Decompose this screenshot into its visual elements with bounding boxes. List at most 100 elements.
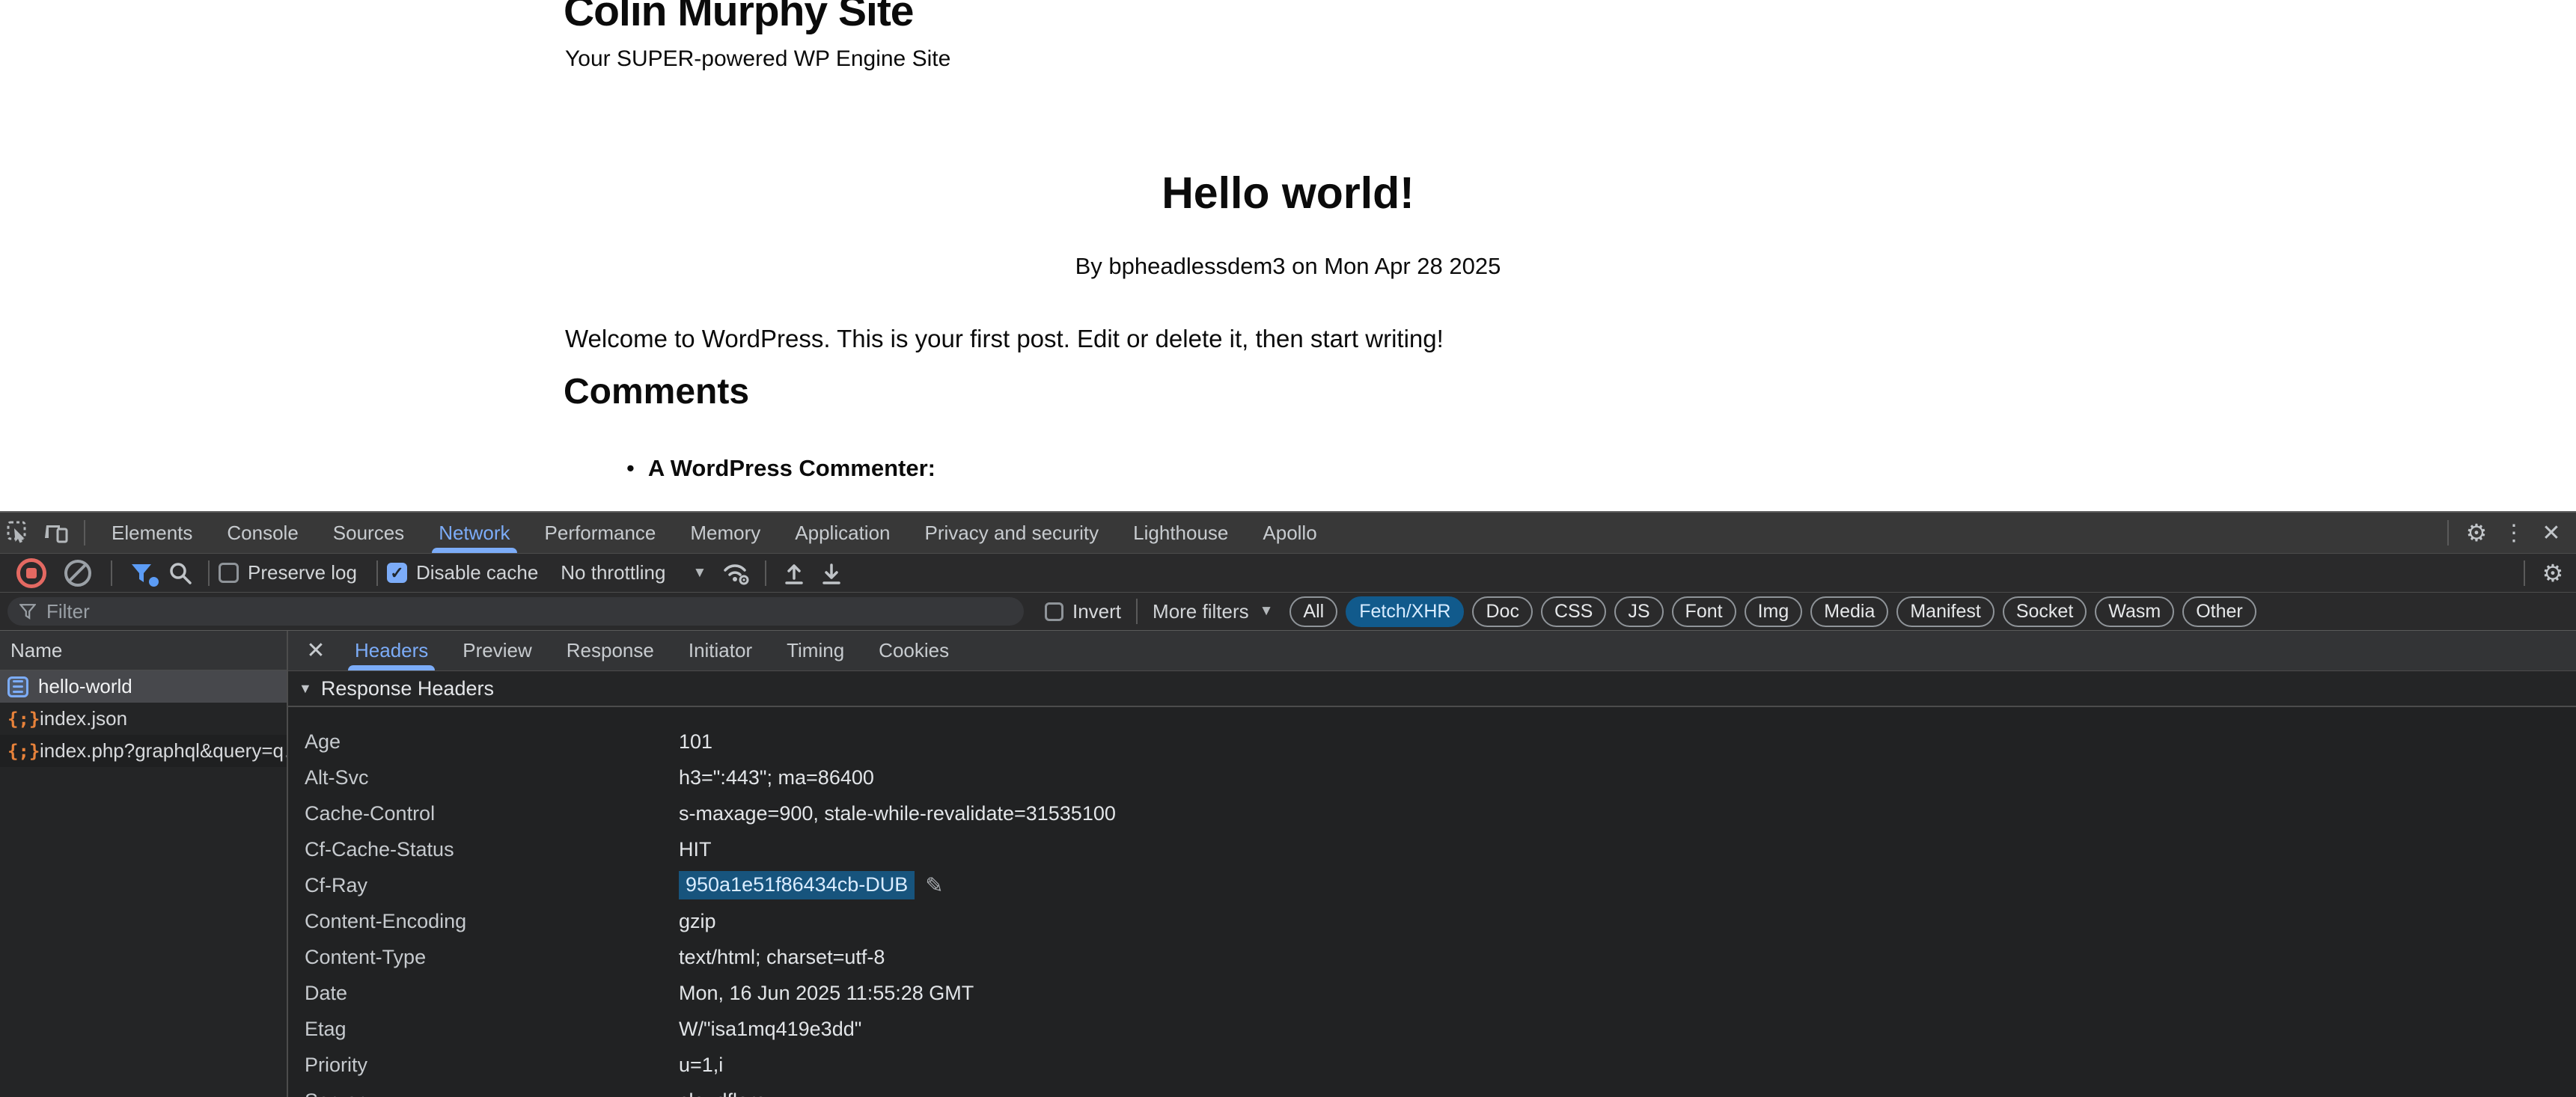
chevron-down-icon: ▼ [692, 565, 706, 581]
header-value: cloudflare [679, 1090, 766, 1097]
browser-viewport: Colin Murphy Site Your SUPER-powered WP … [0, 0, 2576, 511]
devtools-tab-bar-right: ⚙ ⋮ ✕ [2438, 516, 2576, 550]
tab-privacy-and-security[interactable]: Privacy and security [908, 513, 1117, 553]
request-list: hello-world{;}index.json{;}index.php?gra… [0, 670, 287, 767]
response-header-row-content-type: Content-Typetext/html; charset=utf-8 [288, 939, 2576, 975]
detail-tab-strip: ✕ HeadersPreviewResponseInitiatorTimingC… [288, 631, 2576, 671]
chip-css[interactable]: CSS [1541, 596, 1606, 627]
section-title: Response Headers [321, 677, 494, 700]
detail-tab-cookies[interactable]: Cookies [861, 631, 966, 670]
response-header-row-date: DateMon, 16 Jun 2025 11:55:28 GMT [288, 975, 2576, 1011]
wordpress-page: Colin Murphy Site Your SUPER-powered WP … [564, 0, 2012, 511]
settings-gear-icon[interactable]: ⚙ [2458, 516, 2495, 550]
header-value: s-maxage=900, stale-while-revalidate=315… [679, 802, 1116, 825]
response-headers-table: Age101Alt-Svch3=":443"; ma=86400Cache-Co… [288, 707, 2576, 1097]
chip-doc[interactable]: Doc [1472, 596, 1532, 627]
response-header-row-server: Servercloudflare [288, 1083, 2576, 1097]
header-name: Alt-Svc [305, 766, 679, 789]
request-row-index-php-graphql-query-q[interactable]: {;}index.php?graphql&query=q… [0, 735, 287, 767]
chip-socket[interactable]: Socket [2003, 596, 2087, 627]
funnel-icon [19, 603, 36, 620]
request-row-hello-world[interactable]: hello-world [0, 670, 287, 703]
throttling-value: No throttling [561, 561, 665, 584]
request-type-chips: All Fetch/XHR Doc CSS JS Font ImgMedia Manifest… [1289, 596, 2256, 627]
document-icon [7, 676, 28, 697]
chip-all[interactable]: All [1289, 596, 1337, 627]
tab-console[interactable]: Console [210, 513, 315, 553]
disable-cache-checkbox[interactable]: ✓ [387, 563, 407, 583]
comments-heading: Comments [564, 371, 749, 412]
response-header-row-cf-cache-status: Cf-Cache-StatusHIT [288, 831, 2576, 867]
tab-application[interactable]: Application [778, 513, 907, 553]
header-value: text/html; charset=utf-8 [679, 946, 885, 969]
detail-tab-response[interactable]: Response [549, 631, 671, 670]
divider [84, 520, 85, 546]
chip-other[interactable]: Other [2182, 596, 2256, 627]
chip-js[interactable]: JS [1614, 596, 1663, 627]
tab-elements[interactable]: Elements [94, 513, 210, 553]
chip-font[interactable]: Font [1672, 596, 1736, 627]
network-settings-gear-icon[interactable]: ⚙ [2534, 556, 2572, 590]
toggle-device-toolbar-icon[interactable] [37, 516, 75, 550]
header-value: HIT [679, 838, 712, 861]
divider [2447, 520, 2449, 546]
detail-tab-headers[interactable]: Headers [338, 631, 445, 670]
chip-media[interactable]: Media [1810, 596, 1888, 627]
tab-network[interactable]: Network [421, 513, 527, 553]
response-header-row-content-encoding: Content-Encodinggzip [288, 903, 2576, 939]
header-name: Etag [305, 1018, 679, 1041]
export-har-icon[interactable] [813, 556, 850, 590]
detail-tab-initiator[interactable]: Initiator [671, 631, 769, 670]
header-name: Server [305, 1090, 679, 1097]
divider [376, 560, 378, 586]
close-devtools-icon[interactable]: ✕ [2533, 516, 2570, 550]
more-filters-label: More filters [1153, 600, 1249, 623]
preserve-log-checkbox[interactable] [219, 563, 239, 583]
json-braces-icon: {;} [7, 709, 30, 730]
tab-performance[interactable]: Performance [528, 513, 674, 553]
header-name: Priority [305, 1054, 679, 1077]
filter-input-pill[interactable] [7, 597, 1024, 626]
kebab-menu-icon[interactable]: ⋮ [2495, 516, 2533, 550]
network-content: Name hello-world{;}index.json{;}index.ph… [0, 631, 2576, 1097]
throttling-select[interactable]: No throttling ▼ [561, 561, 706, 584]
inspect-element-icon[interactable] [0, 516, 37, 550]
selected-header-value[interactable]: 950a1e51f86434cb-DUB [679, 871, 915, 899]
clear-network-log-icon[interactable] [64, 560, 91, 587]
invert-checkbox[interactable] [1045, 602, 1063, 621]
devtools-panel: ElementsConsoleSourcesNetworkPerformance… [0, 511, 2576, 1097]
filter-input[interactable] [45, 599, 1012, 624]
response-headers-section-toggle[interactable]: ▼ Response Headers [288, 671, 2576, 707]
tab-apollo[interactable]: Apollo [1245, 513, 1334, 553]
edit-pencil-icon[interactable]: ✎ [925, 873, 943, 899]
chip-manifest[interactable]: Manifest [1896, 596, 1994, 627]
chip-img[interactable]: Img [1745, 596, 1803, 627]
more-filters-button[interactable]: More filters ▼ [1153, 600, 1273, 623]
commenter-name: A WordPress Commenter: [648, 455, 936, 482]
chevron-down-icon: ▼ [1260, 603, 1274, 620]
search-icon[interactable] [162, 556, 199, 590]
site-title: Colin Murphy Site [564, 0, 914, 36]
request-detail-panel: ✕ HeadersPreviewResponseInitiatorTimingC… [288, 631, 2576, 1097]
import-har-icon[interactable] [775, 556, 813, 590]
request-row-index-json[interactable]: {;}index.json [0, 703, 287, 735]
header-name: Content-Type [305, 946, 679, 969]
filter-funnel-icon[interactable] [130, 563, 153, 584]
tab-memory[interactable]: Memory [673, 513, 778, 553]
detail-tab-timing[interactable]: Timing [769, 631, 861, 670]
chip-wasm[interactable]: Wasm [2095, 596, 2174, 627]
tab-lighthouse[interactable]: Lighthouse [1116, 513, 1245, 553]
disable-cache-label: Disable cache [416, 561, 538, 584]
post-body: Welcome to WordPress. This is your first… [565, 325, 1444, 353]
divider [208, 560, 210, 586]
detail-tab-preview[interactable]: Preview [445, 631, 549, 670]
header-name: Content-Encoding [305, 910, 679, 933]
network-conditions-icon[interactable] [718, 556, 756, 590]
close-detail-icon[interactable]: ✕ [294, 631, 338, 670]
chip-fetch-xhr[interactable]: Fetch/XHR [1346, 596, 1464, 627]
header-name: Date [305, 982, 679, 1005]
record-network-log-icon[interactable] [16, 558, 46, 588]
name-column-header[interactable]: Name [0, 631, 287, 670]
header-name: Cache-Control [305, 802, 679, 825]
tab-sources[interactable]: Sources [316, 513, 421, 553]
